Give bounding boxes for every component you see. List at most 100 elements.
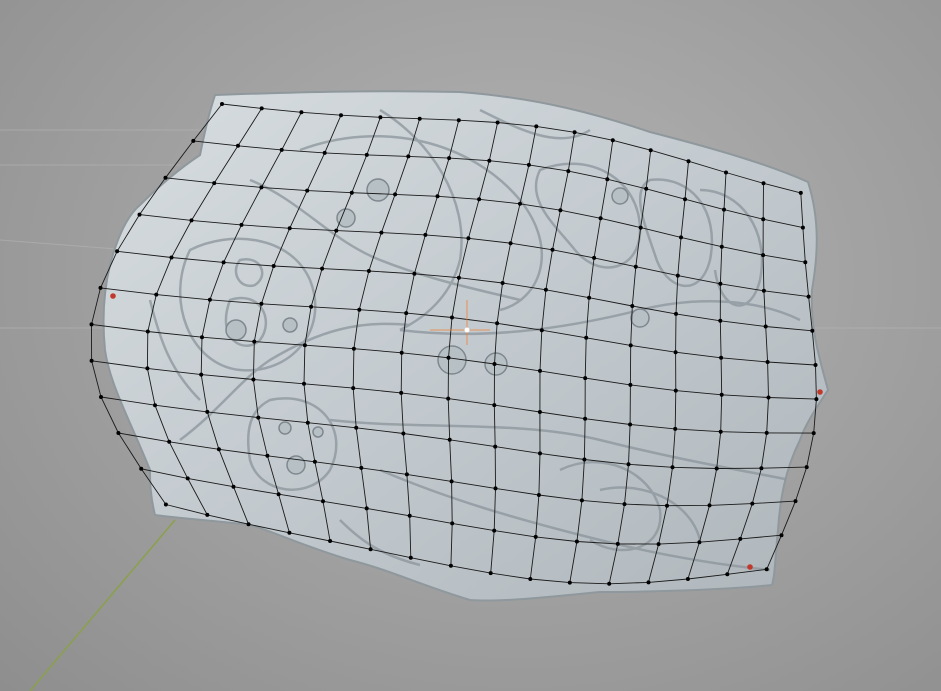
mesh-vertex[interactable]: [200, 335, 204, 340]
mesh-vertex[interactable]: [813, 363, 818, 367]
mesh-vertex[interactable]: [622, 502, 627, 507]
mesh-vertex[interactable]: [98, 285, 103, 290]
mesh-vertex[interactable]: [328, 539, 333, 543]
mesh-vertex[interactable]: [446, 396, 451, 401]
mesh-vertex[interactable]: [584, 335, 589, 340]
mesh-vertex[interactable]: [364, 152, 369, 157]
mesh-vertex[interactable]: [89, 358, 94, 363]
viewport-canvas[interactable]: [0, 0, 941, 691]
mesh-vertex[interactable]: [766, 395, 771, 400]
mesh-vertex[interactable]: [493, 486, 498, 491]
mesh-vertex[interactable]: [404, 472, 409, 477]
mesh-vertex[interactable]: [488, 571, 493, 576]
mesh-vertex[interactable]: [305, 420, 310, 425]
mesh-vertex[interactable]: [764, 430, 769, 435]
mesh-vertex[interactable]: [309, 304, 314, 309]
mesh-vertex[interactable]: [378, 115, 383, 120]
mesh-vertex[interactable]: [265, 453, 270, 458]
mesh-vertex[interactable]: [456, 118, 461, 123]
mesh-vertex[interactable]: [644, 186, 649, 191]
mesh-vertex[interactable]: [287, 530, 292, 535]
mesh-vertex[interactable]: [761, 217, 766, 222]
mesh-vertex[interactable]: [761, 253, 766, 258]
mesh-vertex[interactable]: [638, 225, 643, 230]
mesh-vertex[interactable]: [417, 116, 422, 121]
mesh-vertex[interactable]: [646, 580, 651, 585]
mesh-vertex[interactable]: [354, 425, 359, 430]
mesh-vertex[interactable]: [628, 382, 633, 387]
mesh-vertex[interactable]: [212, 181, 217, 186]
mesh-vertex[interactable]: [145, 329, 150, 334]
mesh-vertex[interactable]: [539, 328, 544, 333]
mesh-vertex[interactable]: [670, 465, 675, 470]
mesh-vertex[interactable]: [207, 297, 212, 302]
mesh-vertex[interactable]: [393, 192, 398, 197]
mesh-vertex[interactable]: [804, 465, 809, 470]
selected-vertex[interactable]: [817, 389, 823, 395]
mesh-vertex[interactable]: [449, 479, 454, 484]
mesh-vertex[interactable]: [89, 322, 94, 327]
mesh-vertex[interactable]: [759, 466, 764, 471]
mesh-vertex[interactable]: [750, 501, 755, 506]
mesh-vertex[interactable]: [364, 506, 369, 511]
mesh-vertex[interactable]: [583, 376, 588, 381]
mesh-vertex[interactable]: [351, 346, 356, 351]
mesh-vertex[interactable]: [719, 392, 724, 397]
mesh-vertex[interactable]: [793, 499, 798, 504]
mesh-vertex[interactable]: [221, 260, 226, 265]
selected-vertex[interactable]: [747, 564, 753, 570]
mesh-vertex[interactable]: [679, 235, 683, 240]
mesh-vertex[interactable]: [199, 372, 204, 377]
mesh-vertex[interactable]: [543, 287, 548, 292]
mesh-vertex[interactable]: [714, 466, 719, 471]
mesh-vertex[interactable]: [628, 343, 633, 348]
mesh-vertex[interactable]: [533, 534, 538, 539]
mesh-vertex[interactable]: [697, 540, 702, 545]
mesh-vertex[interactable]: [719, 355, 724, 360]
mesh-vertex[interactable]: [630, 304, 635, 308]
mesh-vertex[interactable]: [764, 567, 769, 572]
mesh-vertex[interactable]: [598, 216, 603, 221]
mesh-vertex[interactable]: [189, 218, 194, 223]
mesh-vertex[interactable]: [191, 138, 196, 143]
mesh-vertex[interactable]: [205, 512, 210, 517]
mesh-vertex[interactable]: [299, 110, 304, 115]
selected-vertex[interactable]: [110, 293, 116, 299]
mesh-vertex[interactable]: [582, 457, 587, 462]
mesh-vertex[interactable]: [765, 360, 770, 364]
mesh-vertex[interactable]: [763, 324, 768, 329]
mesh-vertex[interactable]: [605, 177, 610, 182]
mesh-vertex[interactable]: [718, 318, 723, 323]
mesh-vertex[interactable]: [806, 294, 811, 299]
mesh-vertex[interactable]: [163, 175, 168, 180]
mesh-vertex[interactable]: [339, 113, 343, 118]
mesh-vertex[interactable]: [435, 194, 440, 199]
mesh-vertex[interactable]: [615, 541, 620, 546]
mesh-vertex[interactable]: [538, 368, 542, 373]
mesh-vertex[interactable]: [675, 273, 680, 278]
mesh-vertex[interactable]: [271, 264, 276, 268]
mesh-vertex[interactable]: [399, 350, 404, 355]
mesh-vertex[interactable]: [526, 162, 531, 167]
mesh-vertex[interactable]: [761, 288, 766, 293]
mesh-vertex[interactable]: [349, 190, 354, 195]
mesh-vertex[interactable]: [648, 148, 653, 153]
mesh-vertex[interactable]: [610, 138, 615, 143]
mesh-vertex[interactable]: [633, 264, 638, 269]
mesh-vertex[interactable]: [259, 301, 264, 306]
mesh-vertex[interactable]: [252, 339, 257, 344]
mesh-vertex[interactable]: [567, 580, 572, 585]
mesh-vertex[interactable]: [169, 255, 174, 260]
mesh-vertex[interactable]: [508, 241, 513, 246]
mesh-vertex[interactable]: [408, 555, 413, 560]
mesh-vertex[interactable]: [779, 533, 784, 538]
mesh-vertex[interactable]: [572, 130, 577, 135]
mesh-vertex[interactable]: [673, 388, 678, 393]
mesh-vertex[interactable]: [607, 581, 612, 586]
mesh-vertex[interactable]: [518, 201, 522, 206]
mesh-vertex[interactable]: [798, 190, 803, 195]
mesh-vertex[interactable]: [302, 343, 307, 348]
mesh-vertex[interactable]: [500, 281, 505, 285]
mesh-vertex[interactable]: [322, 150, 327, 155]
mesh-vertex[interactable]: [167, 439, 172, 444]
